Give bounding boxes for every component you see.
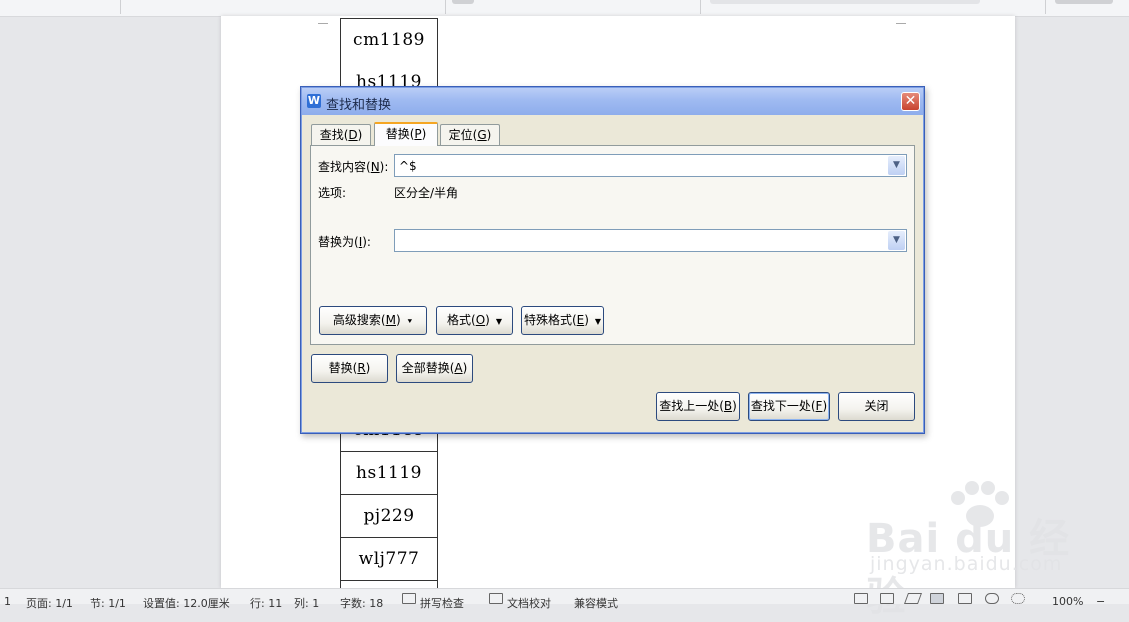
margin-marker [318,13,328,24]
ribbon-control[interactable] [452,0,474,4]
find-what-value[interactable]: ^$ [399,159,417,173]
ribbon-control[interactable] [1055,0,1113,4]
status-setting[interactable]: 设置值: 12.0厘米 [143,595,230,611]
format-button[interactable]: 格式(O) ▼ [436,306,513,335]
advanced-search-button[interactable]: 高级搜索(M) ⯆ [319,306,427,335]
outline-view-icon[interactable] [958,593,972,604]
page-view-icon[interactable] [930,593,944,604]
find-previous-button[interactable]: 查找上一处(B) [656,392,740,421]
eye-care-icon[interactable] [1011,593,1025,604]
table-cell[interactable]: hs1119 [340,452,438,495]
table-cell[interactable]: wlj777 [340,538,438,581]
options-value: 区分全/半角 [394,186,459,200]
tab-replace[interactable]: 替换(P) [374,122,438,146]
dialog-title: 查找和替换 [326,98,392,113]
replace-panel: 查找内容(N): ^$ ▼ 选项: 区分全/半角 替换为(I): ▼ 高级搜索(… [310,145,915,345]
tab-find[interactable]: 查找(D) [311,124,371,145]
spellcheck-icon[interactable] [402,593,416,604]
ribbon-strip [0,0,1129,17]
watermark-url: jingyan.baidu.com [870,553,1063,575]
double-chevron-icon: ⯆ [406,317,414,326]
baidu-watermark: Bai du 经验 jingyan.baidu.com [866,478,1076,620]
ribbon-group [120,0,446,14]
status-col[interactable]: 列: 1 [294,595,319,611]
status-page[interactable]: 页面: 1/1 [26,595,73,611]
web-view-icon[interactable] [985,593,999,604]
ribbon-group [0,0,121,14]
zoom-level[interactable]: 100% [1052,595,1083,608]
special-format-button[interactable]: 特殊格式(E) ▼ [521,306,604,335]
chevron-down-icon[interactable]: ▼ [888,231,905,250]
proofread-icon[interactable] [489,593,503,604]
status-section[interactable]: 节: 1/1 [90,595,126,611]
status-words[interactable]: 字数: 18 [340,595,383,611]
replace-all-button[interactable]: 全部替换(A) [396,354,473,383]
find-replace-dialog: W 查找和替换 ✕ 查找(D) 替换(P) 定位(G) 查找内容(N): ^$ … [300,86,925,434]
replace-with-label: 替换为(I): [318,235,371,249]
wps-logo-icon: W [307,94,321,108]
replace-button[interactable]: 替换(R) [311,354,388,383]
status-row[interactable]: 行: 11 [250,595,282,611]
replace-with-combobox[interactable]: ▼ [394,229,907,252]
ribbon-control[interactable] [710,0,980,4]
status-bar: 1 页面: 1/1 节: 1/1 设置值: 12.0厘米 行: 11 列: 1 … [0,588,1129,610]
dropdown-arrow-icon: ▼ [495,317,502,326]
zoom-out-button[interactable]: − [1096,595,1105,608]
close-button[interactable]: 关闭 [838,392,915,421]
edit-view-icon[interactable] [903,593,923,604]
status-spellcheck[interactable]: 拼写检查 [420,595,464,611]
status-proofread[interactable]: 文档校对 [507,595,551,611]
options-label: 选项: [318,186,347,200]
fullscreen-icon[interactable] [854,593,868,604]
status-page-edge: 1 [4,595,11,608]
dropdown-arrow-icon: ▼ [594,317,602,326]
dialog-titlebar[interactable]: W 查找和替换 ✕ [302,88,923,115]
table-cell[interactable]: cm1189 [340,18,438,62]
chevron-down-icon[interactable]: ▼ [888,156,905,175]
find-next-button[interactable]: 查找下一处(F) [748,392,830,421]
read-view-icon[interactable] [880,593,894,604]
tab-goto[interactable]: 定位(G) [440,124,500,145]
find-what-label: 查找内容(N): [318,160,389,174]
margin-marker [896,13,906,24]
ribbon-group [445,0,701,14]
close-icon[interactable]: ✕ [901,92,920,111]
find-what-combobox[interactable]: ^$ ▼ [394,154,907,177]
status-compat-mode: 兼容模式 [574,597,618,610]
table-cell[interactable]: pj229 [340,495,438,538]
